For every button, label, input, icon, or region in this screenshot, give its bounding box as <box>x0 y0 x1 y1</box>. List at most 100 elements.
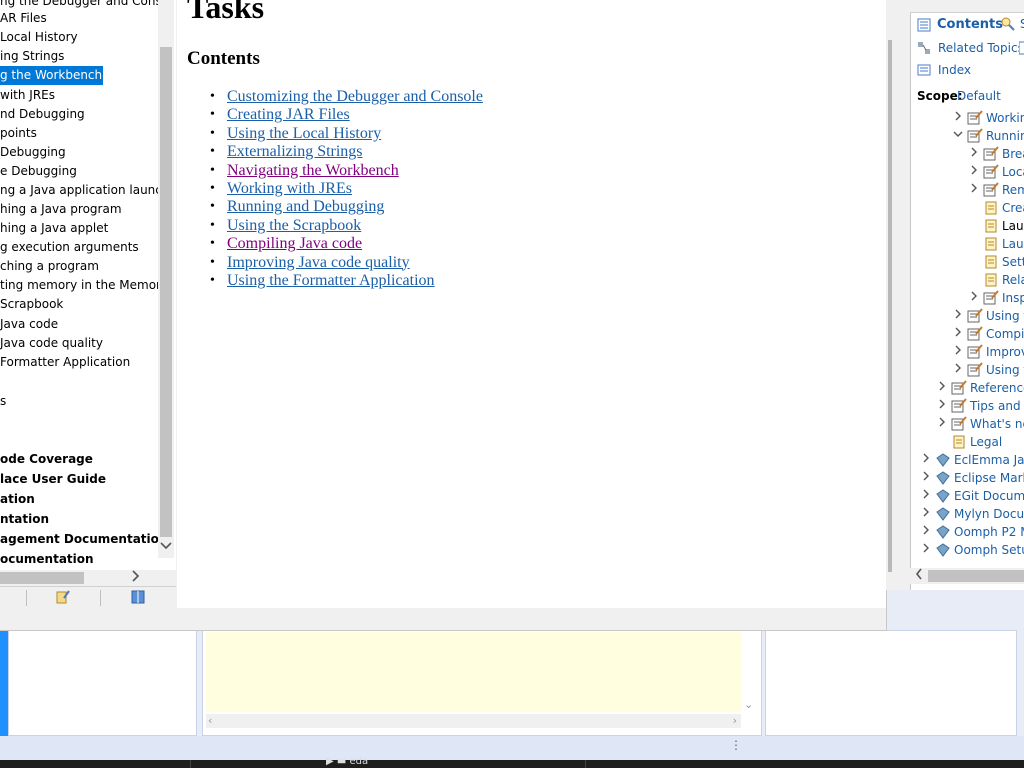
toc-item[interactable]: hing a Java applet <box>0 219 108 238</box>
tree-item[interactable]: EGit Documen <box>954 487 1024 505</box>
tree-item[interactable]: Improvi <box>986 343 1024 361</box>
plugin-icon <box>935 470 951 486</box>
contents-list-item: • Improving Java code quality <box>210 254 483 272</box>
chevron-right-icon[interactable] <box>969 183 979 196</box>
tree-item[interactable]: Oomph Setup <box>954 541 1024 559</box>
tree-item[interactable]: Inspe <box>1002 289 1024 307</box>
toc-item[interactable]: Debugging <box>0 143 66 162</box>
toc-item[interactable]: lace User Guide <box>0 470 106 489</box>
toc-item[interactable]: ng a Java application launch co <box>0 181 158 200</box>
chevron-right-icon[interactable] <box>953 345 963 358</box>
background-right-panel <box>765 630 1017 736</box>
tree-item[interactable]: Settir <box>1002 253 1024 271</box>
chevron-right-icon[interactable] <box>953 327 963 340</box>
chevron-right-icon[interactable] <box>937 417 947 430</box>
tree-item[interactable]: EclEmma Java <box>954 451 1024 469</box>
toc-item[interactable]: nd Debugging <box>0 105 85 124</box>
tree-item[interactable]: Laun <box>1002 217 1024 235</box>
drag-handle-icon[interactable]: ⋮ <box>730 738 742 752</box>
book-icon[interactable] <box>130 589 146 605</box>
toc-item[interactable]: ing Strings <box>0 47 64 66</box>
tree-item[interactable]: Reference <box>970 379 1024 397</box>
tree-item[interactable]: Eclipse Marke <box>954 469 1024 487</box>
scroll-down-icon[interactable] <box>158 540 174 556</box>
chevron-right-icon[interactable] <box>921 471 931 484</box>
toc-item[interactable]: ching a program <box>0 257 99 276</box>
chevron-right-icon[interactable] <box>921 525 931 538</box>
link-with-contents-icon[interactable] <box>55 589 71 605</box>
contents-link[interactable]: Externalizing Strings <box>227 143 363 160</box>
toc-item[interactable]: AR Files <box>0 9 47 28</box>
toc-item[interactable]: Formatter Application <box>0 353 130 372</box>
contents-link[interactable]: Compiling Java code <box>227 235 362 252</box>
help-view-scroll-thumb[interactable] <box>928 570 1024 582</box>
tree-item[interactable]: Loca <box>1002 163 1024 181</box>
toc-item[interactable]: ting memory in the Memory v <box>0 276 158 295</box>
tree-item[interactable]: What's new <box>970 415 1024 433</box>
contents-link[interactable]: Navigating the Workbench <box>227 162 399 179</box>
chevron-right-icon[interactable] <box>969 291 979 304</box>
toc-item[interactable]: with JREs <box>0 86 55 105</box>
contents-link[interactable]: Using the Formatter Application <box>227 272 435 289</box>
toc-item[interactable]: ode Coverage <box>0 450 93 469</box>
tree-item[interactable]: Oomph P2 Ma <box>954 523 1024 541</box>
toc-item[interactable]: hing a Java program <box>0 200 122 219</box>
chevron-right-icon[interactable] <box>921 489 931 502</box>
contents-link[interactable]: Working with JREs <box>227 180 352 197</box>
tree-item[interactable]: Laun <box>1002 235 1024 253</box>
tree-item[interactable]: Using th <box>986 307 1024 325</box>
toc-vertical-scroll-thumb[interactable] <box>160 47 172 537</box>
tree-item[interactable]: Relau <box>1002 271 1024 289</box>
toc-item[interactable]: e Debugging <box>0 162 77 181</box>
toc-item[interactable]: s <box>0 392 6 411</box>
scroll-left-icon[interactable] <box>912 568 926 584</box>
scroll-right-icon[interactable] <box>128 570 144 586</box>
toc-item[interactable]: ocumentation <box>0 550 94 569</box>
contents-link[interactable]: Using the Scrapbook <box>227 217 361 234</box>
chevron-right-icon[interactable] <box>969 165 979 178</box>
toc-item[interactable]: Scrapbook <box>0 295 63 314</box>
chevron-right-icon[interactable] <box>937 399 947 412</box>
chevron-right-icon[interactable] <box>953 363 963 376</box>
chevron-right-icon[interactable] <box>937 381 947 394</box>
tree-item[interactable]: Compili <box>986 325 1024 343</box>
contents-link[interactable]: Improving Java code quality <box>227 254 410 271</box>
toc-item[interactable]: Local History <box>0 28 78 47</box>
scroll-left-icon[interactable]: ‹ <box>208 714 212 727</box>
scroll-right-icon[interactable]: › <box>733 714 737 727</box>
tree-item[interactable]: Breal <box>1002 145 1024 163</box>
chevron-right-icon[interactable] <box>953 309 963 322</box>
chevron-right-icon[interactable] <box>953 111 963 124</box>
chevron-right-icon[interactable] <box>969 147 979 160</box>
chevron-right-icon[interactable] <box>921 453 931 466</box>
toc-item[interactable]: Java code quality <box>0 334 103 353</box>
toc-item[interactable]: points <box>0 124 37 143</box>
contents-link[interactable]: Creating JAR Files <box>227 106 350 123</box>
chevron-right-icon[interactable] <box>921 543 931 556</box>
toc-item[interactable]: agement Documentation <box>0 530 158 549</box>
tree-item[interactable]: Creat <box>1002 199 1024 217</box>
background-editor-scrollbar[interactable]: ‹ › <box>206 714 741 728</box>
tree-item[interactable]: Legal <box>970 433 1002 451</box>
contents-link[interactable]: Running and Debugging <box>227 198 384 215</box>
toc-item[interactable]: ation <box>0 490 35 509</box>
chevron-down-icon[interactable] <box>953 129 963 142</box>
tree-item[interactable]: Tips and tri <box>970 397 1024 415</box>
scroll-down-icon[interactable]: ⌄ <box>744 698 753 711</box>
chevron-right-icon[interactable] <box>921 507 931 520</box>
sash[interactable] <box>888 40 892 572</box>
contents-link[interactable]: Using the Local History <box>227 125 381 142</box>
tree-item[interactable]: Mylyn Docum <box>954 505 1024 523</box>
contents-link[interactable]: Customizing the Debugger and Console <box>227 88 483 105</box>
tree-item[interactable]: Using th <box>986 361 1024 379</box>
tree-item[interactable]: Working <box>986 109 1024 127</box>
tree-item[interactable]: Running <box>986 127 1024 145</box>
toc-horizontal-scroll-thumb[interactable] <box>0 572 84 584</box>
tree-item[interactable]: Rem <box>1002 181 1024 199</box>
toc-item[interactable]: Java code <box>0 315 58 334</box>
toc-item[interactable]: g execution arguments <box>0 238 139 257</box>
toc-item[interactable]: ntation <box>0 510 49 529</box>
taskbar-item[interactable]: ▶ ▬ eda <box>326 756 368 767</box>
background-editor-text-area[interactable] <box>206 632 741 712</box>
toc-item[interactable]: g the Workbench <box>0 66 104 85</box>
